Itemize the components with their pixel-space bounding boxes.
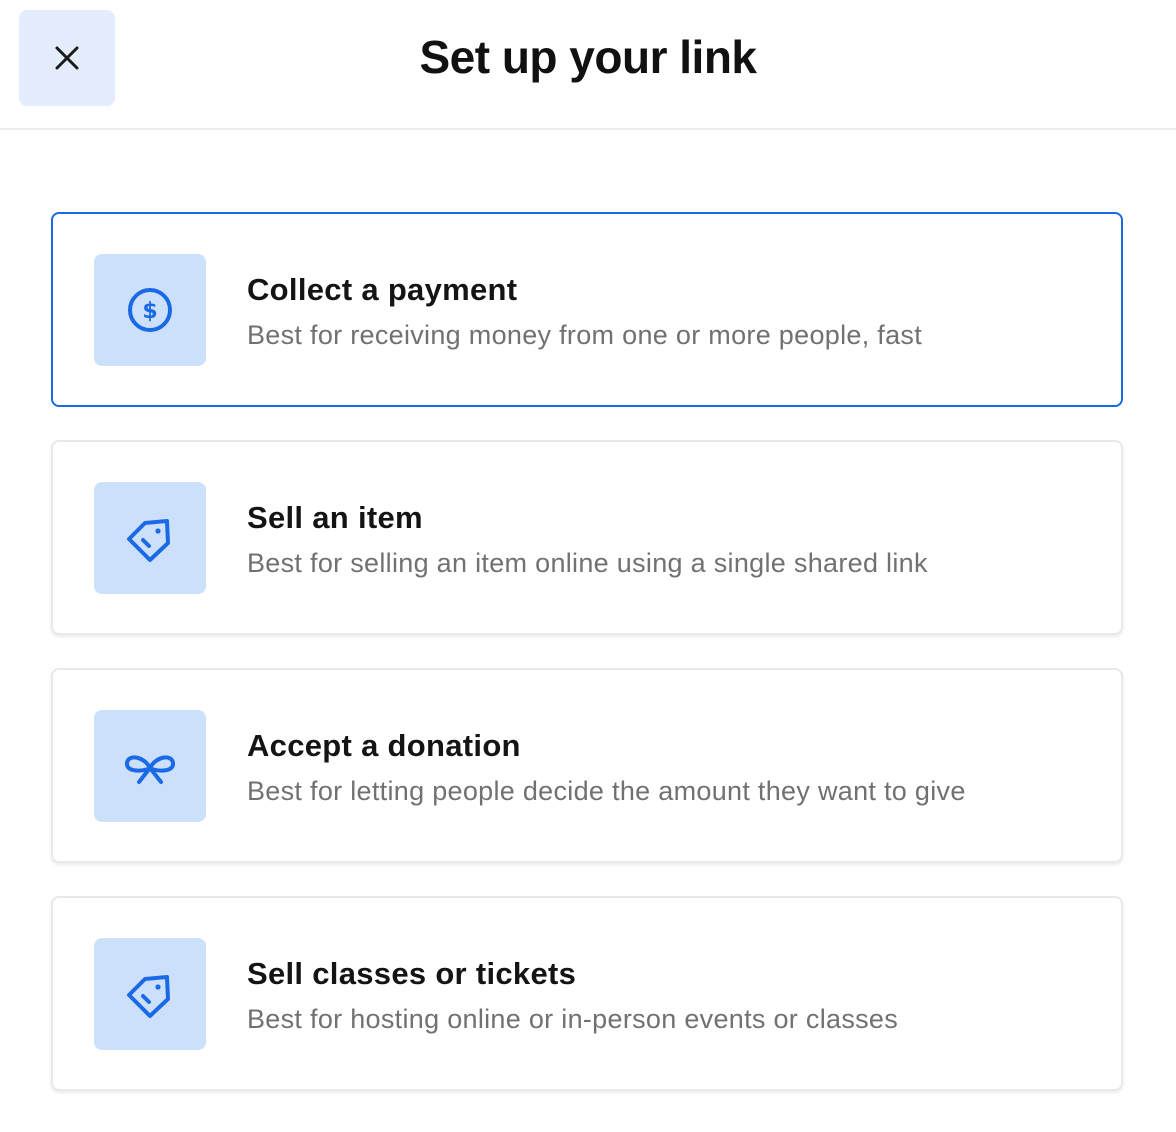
option-accept-donation[interactable]: Accept a donation Best for letting peopl…: [51, 668, 1123, 863]
option-description: Best for receiving money from one or mor…: [247, 320, 923, 350]
option-icon-tile: $: [94, 254, 206, 366]
page-title: Set up your link: [419, 31, 757, 83]
option-description: Best for letting people decide the amoun…: [247, 776, 966, 806]
dollar-circle-icon: $: [128, 288, 172, 332]
option-title: Sell classes or tickets: [247, 956, 577, 991]
svg-text:$: $: [142, 299, 157, 324]
option-icon-tile: [94, 710, 206, 822]
option-sell-item[interactable]: Sell an item Best for selling an item on…: [51, 440, 1123, 635]
header: Set up your link: [0, 0, 1176, 130]
option-title: Collect a payment: [247, 272, 518, 307]
option-title: Sell an item: [247, 500, 423, 535]
option-title: Accept a donation: [247, 728, 521, 763]
link-type-options: $ Collect a payment Best for receiving m…: [51, 212, 1123, 1124]
option-collect-payment[interactable]: $ Collect a payment Best for receiving m…: [51, 212, 1123, 407]
option-icon-tile: [94, 482, 206, 594]
option-description: Best for selling an item online using a …: [247, 548, 928, 578]
option-sell-classes-tickets[interactable]: Sell classes or tickets Best for hosting…: [51, 896, 1123, 1091]
price-tag-icon: [127, 975, 170, 1018]
ribbon-icon: [125, 755, 175, 784]
option-icon-tile: [94, 938, 206, 1050]
price-tag-icon: [127, 519, 170, 562]
option-description: Best for hosting online or in-person eve…: [247, 1004, 899, 1034]
